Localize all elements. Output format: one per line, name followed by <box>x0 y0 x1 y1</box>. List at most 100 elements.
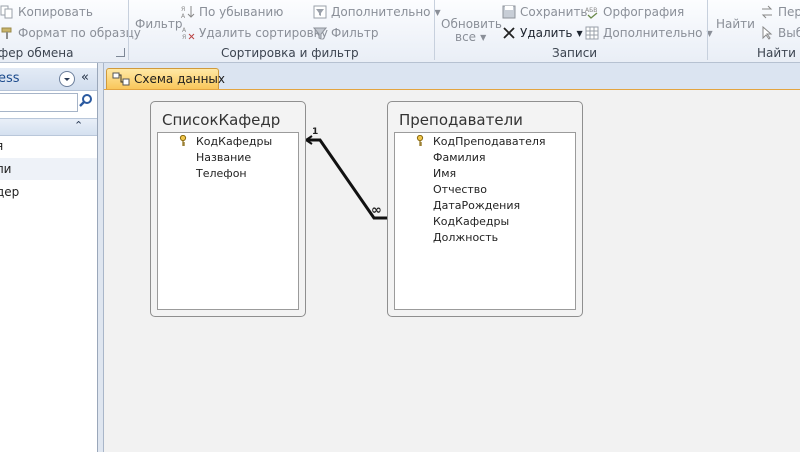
ribbon-separator <box>707 0 708 60</box>
copy-button[interactable]: Копировать <box>0 5 93 19</box>
nav-item[interactable]: ли <box>0 158 97 180</box>
nav-item[interactable]: дер <box>0 181 97 203</box>
primary-key-icon <box>179 135 187 146</box>
field-name: Должность <box>433 231 499 244</box>
svg-text:Я: Я <box>182 34 186 40</box>
delete-button[interactable]: Удалить ▼ <box>502 26 583 40</box>
more-records-button[interactable]: Дополнительно ▼ <box>585 26 713 40</box>
replace-icon <box>761 5 773 19</box>
save-button[interactable]: Сохранить <box>502 5 588 19</box>
field-name: Отчество <box>433 183 488 196</box>
field-row[interactable]: Имя <box>395 166 575 182</box>
field-name: ДатаРождения <box>433 199 521 212</box>
many-side-label: ∞ <box>371 203 382 218</box>
field-row[interactable]: Название <box>158 150 298 166</box>
refresh-all-button[interactable]: Обновить <box>441 17 502 31</box>
spelling-label: Орфография <box>603 5 685 19</box>
chevron-down-icon <box>64 78 70 81</box>
field-list[interactable]: КодКафедры Название Телефон <box>157 132 299 310</box>
chevron-down-icon: ▼ <box>480 32 487 42</box>
save-icon <box>502 5 516 19</box>
table-title: СписокКафедр <box>162 111 281 129</box>
table-window-departments[interactable]: СписокКафедр КодКафедры Название Телефон <box>150 101 306 317</box>
navigation-pane: ess « ⌃ я ли дер <box>0 63 98 452</box>
remove-sort-button[interactable]: АЯ Удалить сортировку <box>181 26 328 40</box>
refresh-label-2: все <box>455 30 477 44</box>
table-title: Преподаватели <box>399 111 523 129</box>
spelling-icon: АБВ <box>585 7 598 19</box>
copy-label: Копировать <box>18 5 93 19</box>
ribbon-separator <box>434 0 435 60</box>
clipboard-launcher-icon[interactable] <box>116 48 125 57</box>
relationships-icon <box>112 72 130 86</box>
nav-search-input[interactable] <box>0 93 78 112</box>
select-button[interactable]: Выб <box>760 26 800 40</box>
grid-icon <box>585 26 599 40</box>
svg-text:АБВ: АБВ <box>585 7 597 14</box>
field-name: Имя <box>433 167 457 180</box>
field-row[interactable]: КодКафедры <box>158 134 298 150</box>
sort-descending-icon: ЯА <box>181 6 195 19</box>
toggle-filter-label: Фильтр <box>331 26 379 40</box>
search-icon[interactable] <box>79 94 93 111</box>
funnel-icon <box>313 27 327 40</box>
sort-descending-button[interactable]: ЯА По убыванию <box>181 5 283 19</box>
sort-descending-label: По убыванию <box>199 5 284 19</box>
table-window-teachers[interactable]: Преподаватели КодПреподавателя Фамилия И… <box>387 101 583 317</box>
field-list[interactable]: КодПреподавателя Фамилия Имя Отчество Да… <box>394 132 576 310</box>
nav-item-label: ли <box>0 162 12 176</box>
field-name: КодКафедры <box>196 135 273 148</box>
replace-label: Пере <box>778 5 800 19</box>
find-group-label: Найти <box>757 46 796 60</box>
svg-text:А: А <box>182 27 187 34</box>
field-row[interactable]: Отчество <box>395 182 575 198</box>
nav-group-header[interactable]: ⌃ <box>0 118 97 136</box>
spelling-button[interactable]: АБВ Орфография <box>585 5 684 19</box>
filter-button[interactable]: Фильтр <box>135 17 182 31</box>
nav-item-label: я <box>0 139 3 153</box>
paintbrush-icon <box>1 27 12 39</box>
field-row[interactable]: Фамилия <box>395 150 575 166</box>
advanced-filter-button[interactable]: Дополнительно ▼ <box>313 5 441 19</box>
svg-text:А: А <box>181 13 186 19</box>
save-label: Сохранить <box>520 5 588 19</box>
delete-label: Удалить <box>520 26 573 40</box>
field-row[interactable]: КодПреподавателя <box>395 134 575 150</box>
refresh-all-dropdown[interactable]: все ▼ <box>455 30 486 44</box>
cursor-icon <box>762 26 773 40</box>
chevron-down-icon: ▼ <box>434 7 441 17</box>
clipboard-group-label: фер обмена <box>0 46 74 60</box>
records-group-label: Записи <box>552 46 598 60</box>
collapse-pane-icon[interactable]: « <box>81 70 89 85</box>
format-painter-label: Формат по образцу <box>18 26 141 40</box>
nav-item[interactable]: я <box>0 135 97 157</box>
more-records-label: Дополнительно <box>603 26 703 40</box>
replace-button[interactable]: Пере <box>760 5 800 19</box>
close-icon <box>503 27 515 39</box>
nav-title: ess <box>0 71 20 86</box>
field-row[interactable]: ДатаРождения <box>395 198 575 214</box>
nav-item-label: дер <box>0 185 20 199</box>
toggle-filter-button[interactable]: Фильтр <box>313 26 378 40</box>
nav-header: ess « <box>0 68 97 91</box>
tab-label: Схема данных <box>134 72 226 86</box>
chevron-up-icon[interactable]: ⌃ <box>74 119 83 132</box>
remove-sort-label: Удалить сортировку <box>199 26 329 40</box>
advanced-filter-icon <box>313 5 327 19</box>
field-name: Телефон <box>196 167 247 180</box>
format-painter-button[interactable]: Формат по образцу <box>0 26 141 40</box>
find-label: Найти <box>716 17 755 31</box>
relationships-canvas: 1 ∞ СписокКафедр КодКафедры Название Тел… <box>104 90 800 452</box>
document-tab-bar: Схема данных <box>104 63 800 90</box>
filter-label: Фильтр <box>135 17 183 31</box>
field-name: КодКафедры <box>433 215 510 228</box>
field-row[interactable]: Телефон <box>158 166 298 182</box>
ribbon: Копировать Формат по образцу фер обмена … <box>0 0 800 63</box>
refresh-label: Обновить <box>441 17 502 31</box>
find-button[interactable]: Найти <box>716 17 755 31</box>
tab-relationships[interactable]: Схема данных <box>106 68 225 89</box>
field-row[interactable]: КодКафедры <box>395 214 575 230</box>
advanced-filter-label: Дополнительно <box>331 5 431 19</box>
nav-menu-button[interactable] <box>59 71 75 87</box>
field-row[interactable]: Должность <box>395 230 575 246</box>
